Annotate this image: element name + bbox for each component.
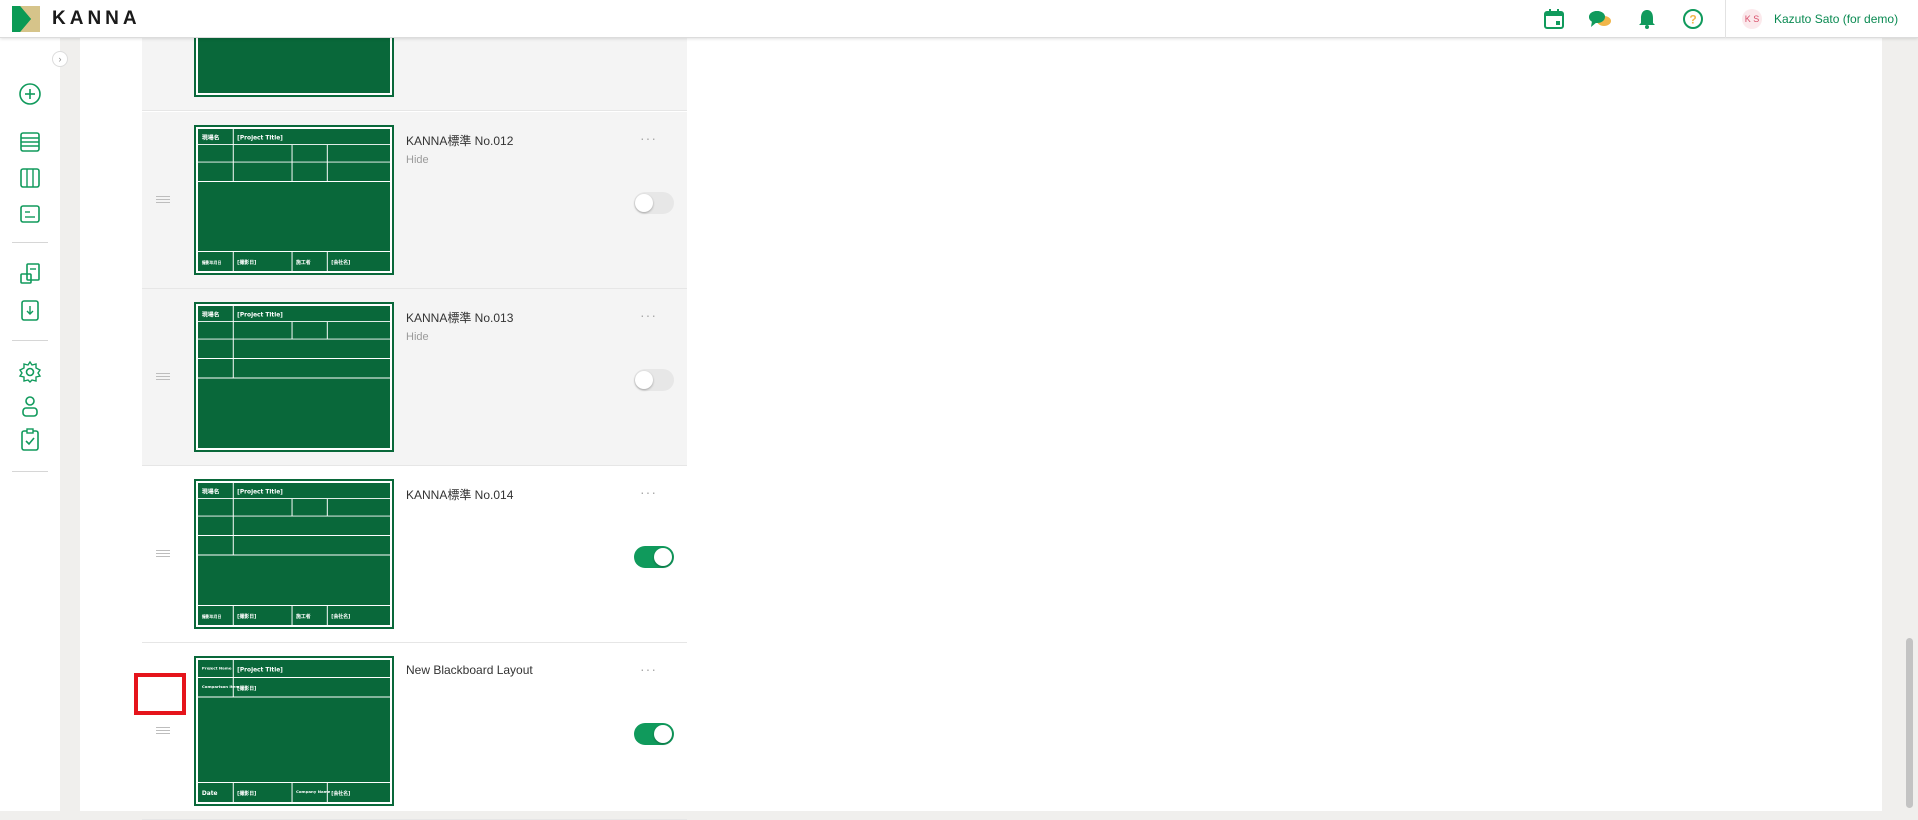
board-contractor-label: 施工者 bbox=[296, 613, 311, 620]
kanna-logo[interactable]: KANNA bbox=[12, 6, 141, 32]
kanna-logo-mark bbox=[12, 6, 40, 32]
drag-handle[interactable] bbox=[156, 196, 170, 206]
board-project-name: Project Name bbox=[202, 666, 232, 671]
app-header: KANNA ? K S Kazuto Sato (for demo) bbox=[0, 0, 1918, 38]
help-icon[interactable]: ? bbox=[1682, 8, 1704, 30]
board-date-label: 撮影年月日 bbox=[202, 614, 222, 619]
list-item: 現場名 [Project Title] 撮影年月日 [撮影日] 施工者 [会社名… bbox=[142, 466, 687, 643]
user-menu[interactable]: K S Kazuto Sato (for demo) bbox=[1742, 9, 1898, 29]
bell-icon[interactable] bbox=[1636, 8, 1658, 30]
report-icon[interactable] bbox=[18, 262, 42, 286]
more-options-button[interactable]: ··· bbox=[640, 307, 657, 323]
board-date-value: [撮影日] bbox=[237, 613, 256, 620]
layout-title: KANNA標準 No.012 bbox=[406, 134, 514, 148]
layout-title: New Blackboard Layout bbox=[406, 663, 533, 677]
layout-status: Hide bbox=[406, 154, 429, 166]
layout-visibility-toggle[interactable] bbox=[634, 192, 674, 214]
sidebar: › bbox=[0, 38, 68, 811]
drag-handle[interactable] bbox=[156, 727, 170, 737]
board-date-label: Date bbox=[202, 791, 218, 797]
board-company-value: [会社名] bbox=[331, 790, 350, 797]
board-comparison-item: Comparison Item bbox=[202, 684, 239, 689]
board-site-name: 現場名 bbox=[202, 488, 220, 496]
more-options-button[interactable]: ··· bbox=[640, 130, 657, 146]
board-project-title: [Project Title] bbox=[237, 490, 283, 496]
blackboard-layout-list: 現場名 [Project Title] 撮影年月日 [撮影日] 施工者 [会社名… bbox=[142, 0, 687, 820]
scrollbar-thumb[interactable] bbox=[1906, 638, 1913, 808]
layout-title: KANNA標準 No.013 bbox=[406, 311, 514, 325]
board-site-name: 現場名 bbox=[202, 134, 220, 142]
highlight-box bbox=[134, 673, 186, 715]
list-item: 現場名 [Project Title] 撮影年月日 [撮影日] 施工者 [会社名… bbox=[142, 112, 687, 289]
more-options-button[interactable]: ··· bbox=[640, 484, 657, 500]
svg-text:?: ? bbox=[1689, 13, 1696, 27]
drag-handle[interactable] bbox=[156, 373, 170, 383]
blackboard-thumbnail[interactable]: 現場名 [Project Title] 撮影年月日 [撮影日] 施工者 [会社名… bbox=[194, 479, 394, 629]
clipboard-check-icon[interactable] bbox=[18, 428, 42, 452]
sidebar-divider bbox=[12, 242, 48, 243]
page-scrollbar[interactable] bbox=[1904, 38, 1914, 811]
settings-icon[interactable] bbox=[18, 360, 42, 384]
board-company-name: Company Name bbox=[296, 789, 331, 794]
user-avatar: K S bbox=[1742, 9, 1762, 29]
board-project-title: [Project Title] bbox=[237, 313, 283, 319]
board-project-title: [Project Title] bbox=[237, 668, 283, 674]
blackboard-thumbnail[interactable]: Project Name [Project Title] Comparison … bbox=[194, 656, 394, 806]
logo-text: KANNA bbox=[52, 8, 141, 29]
add-icon[interactable] bbox=[18, 82, 42, 106]
layout-visibility-toggle[interactable] bbox=[634, 369, 674, 391]
user-icon[interactable] bbox=[18, 394, 42, 418]
layout-visibility-toggle[interactable] bbox=[634, 723, 674, 745]
chat-icon[interactable] bbox=[1588, 8, 1611, 30]
more-options-button[interactable]: ··· bbox=[640, 661, 657, 677]
board-date-value: [撮影日] bbox=[237, 790, 256, 797]
download-icon[interactable] bbox=[18, 298, 42, 322]
board-project-title: [Project Title] bbox=[237, 136, 283, 142]
board-contractor-label: 施工者 bbox=[296, 259, 311, 266]
blackboard-icon[interactable] bbox=[18, 202, 42, 226]
blackboard-thumbnail[interactable]: 現場名 [Project Title] 撮影年月日 [撮影日] 施工者 [会社名… bbox=[194, 125, 394, 275]
sidebar-divider bbox=[12, 471, 48, 472]
drag-handle[interactable] bbox=[156, 550, 170, 560]
blackboard-thumbnail[interactable]: 現場名 [Project Title] bbox=[194, 302, 394, 452]
sidebar-divider bbox=[12, 340, 48, 341]
board-icon[interactable] bbox=[18, 166, 42, 190]
board-company-value: [会社名] bbox=[331, 613, 350, 620]
board-company-value: [会社名] bbox=[331, 259, 350, 266]
list-icon[interactable] bbox=[18, 130, 42, 154]
board-date-label: 撮影年月日 bbox=[202, 260, 222, 265]
layout-status: Hide bbox=[406, 331, 429, 343]
board-site-name: 現場名 bbox=[202, 311, 220, 319]
calendar-icon[interactable] bbox=[1543, 8, 1565, 30]
main-content: 現場名 [Project Title] 撮影年月日 [撮影日] 施工者 [会社名… bbox=[80, 0, 1882, 820]
header-divider bbox=[1725, 0, 1726, 38]
layout-title: KANNA標準 No.014 bbox=[406, 488, 514, 502]
list-item: Project Name [Project Title] Comparison … bbox=[142, 643, 687, 820]
sidebar-expand-button[interactable]: › bbox=[52, 51, 68, 67]
layout-visibility-toggle[interactable] bbox=[634, 546, 674, 568]
user-name: Kazuto Sato (for demo) bbox=[1774, 12, 1899, 26]
board-date-value: [撮影日] bbox=[237, 259, 256, 266]
board-date-value: [撮影日] bbox=[237, 685, 256, 692]
list-item: 現場名 [Project Title] KANNA標準 No.013 Hide … bbox=[142, 289, 687, 466]
